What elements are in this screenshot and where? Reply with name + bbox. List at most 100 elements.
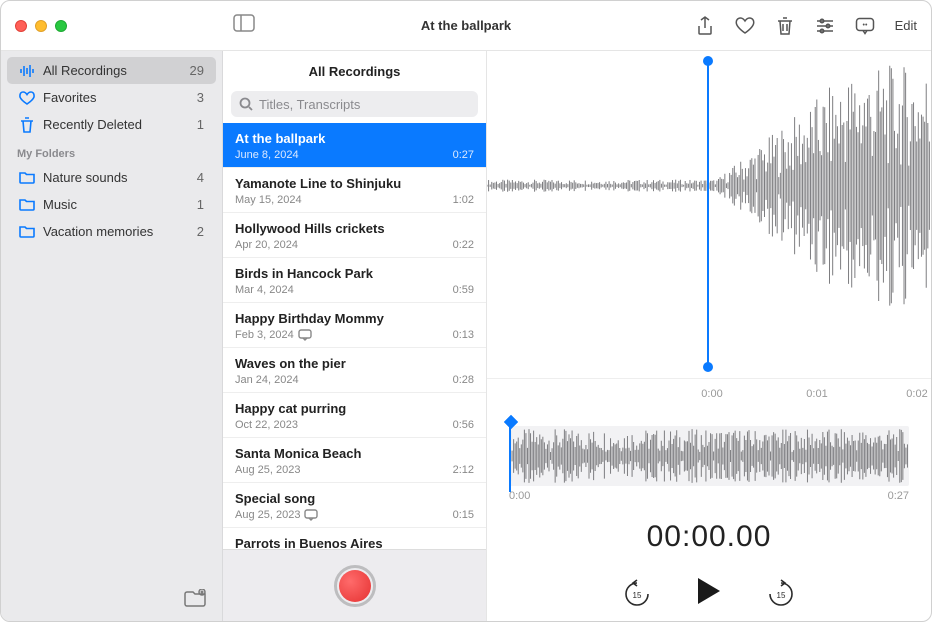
- recording-date: Mar 4, 2024: [235, 284, 294, 296]
- current-time: 00:00.00: [487, 520, 931, 554]
- recordings-list-title: All Recordings: [223, 51, 486, 91]
- new-folder-button[interactable]: [184, 589, 206, 612]
- recording-duration: 0:59: [453, 284, 474, 296]
- sidebar-item-count: 1: [197, 197, 204, 212]
- window-controls: [1, 20, 223, 32]
- sidebar-item-count: 29: [190, 63, 204, 78]
- recording-title: At the ballpark: [235, 131, 474, 146]
- waveform-editor[interactable]: 0:00 0:01 0:02: [487, 51, 931, 412]
- favorite-button[interactable]: [735, 16, 755, 36]
- waveform-icon: [17, 64, 37, 78]
- recording-item[interactable]: Special song Aug 25, 2023 0:15: [223, 483, 486, 528]
- folder-icon: [17, 198, 37, 211]
- skip-back-button[interactable]: 15: [622, 579, 652, 609]
- overview-time-end: 0:27: [888, 490, 909, 502]
- recording-date: Aug 25, 2023: [235, 464, 300, 476]
- recording-item[interactable]: Happy cat purring Oct 22, 2023 0:56: [223, 393, 486, 438]
- options-button[interactable]: [815, 16, 835, 36]
- recordings-pane: All Recordings Titles, Transcripts At th…: [223, 51, 487, 621]
- sidebar-item-label: Vacation memories: [43, 224, 153, 239]
- recording-duration: 2:12: [453, 464, 474, 476]
- minimize-window-button[interactable]: [35, 20, 47, 32]
- recording-item[interactable]: Happy Birthday Mommy Feb 3, 2024 0:13: [223, 303, 486, 348]
- play-button[interactable]: [696, 576, 722, 611]
- sidebar-item-label: All Recordings: [43, 63, 127, 78]
- waveform-overview[interactable]: [509, 426, 909, 486]
- recording-duration: 1:02: [453, 194, 474, 206]
- playback-controls: 15 15: [487, 576, 931, 611]
- recording-duration: 0:22: [453, 239, 474, 251]
- toggle-sidebar-button[interactable]: [223, 14, 255, 37]
- svg-text:15: 15: [777, 591, 786, 600]
- my-folders-header: My Folders: [1, 138, 222, 164]
- svg-text:••: ••: [862, 22, 867, 29]
- heart-icon: [17, 91, 37, 105]
- recording-title: Birds in Hancock Park: [235, 266, 474, 281]
- folder-icon: [17, 171, 37, 184]
- recording-item[interactable]: Parrots in Buenos Aires: [223, 528, 486, 549]
- recording-date: May 15, 2024: [235, 194, 302, 206]
- recording-title: Hollywood Hills crickets: [235, 221, 474, 236]
- share-button[interactable]: [695, 16, 715, 36]
- recording-date: Aug 25, 2023: [235, 509, 300, 521]
- sidebar-item-recently-deleted[interactable]: Recently Deleted 1: [7, 111, 216, 138]
- sidebar-item-all-recordings[interactable]: All Recordings 29: [7, 57, 216, 84]
- sidebar-item-count: 4: [197, 170, 204, 185]
- recording-title: Waves on the pier: [235, 356, 474, 371]
- recording-title: Happy cat purring: [235, 401, 474, 416]
- recording-duration: 0:13: [453, 329, 474, 341]
- svg-text:15: 15: [633, 591, 642, 600]
- titlebar: At the ballpark •• Edit: [1, 1, 931, 51]
- sidebar-item-label: Nature sounds: [43, 170, 128, 185]
- sidebar-folder-music[interactable]: Music 1: [7, 191, 216, 218]
- playhead[interactable]: [509, 420, 511, 492]
- fullscreen-window-button[interactable]: [55, 20, 67, 32]
- recording-duration: 0:28: [453, 374, 474, 386]
- recording-duration: 0:56: [453, 419, 474, 431]
- skip-forward-button[interactable]: 15: [766, 579, 796, 609]
- recording-date: Apr 20, 2024: [235, 239, 298, 251]
- recording-title[interactable]: At the ballpark: [421, 18, 511, 33]
- recording-title: Parrots in Buenos Aires: [235, 536, 474, 549]
- delete-button[interactable]: [775, 16, 795, 36]
- trash-icon: [17, 117, 37, 133]
- recording-title: Special song: [235, 491, 474, 506]
- close-window-button[interactable]: [15, 20, 27, 32]
- recording-item[interactable]: Birds in Hancock Park Mar 4, 2024 0:59: [223, 258, 486, 303]
- trim-handle-start[interactable]: [707, 61, 709, 367]
- folder-icon: [17, 225, 37, 238]
- recording-item[interactable]: At the ballpark June 8, 2024 0:27: [223, 123, 486, 168]
- transcript-badge-icon: [304, 509, 318, 521]
- recording-date: June 8, 2024: [235, 149, 299, 161]
- sidebar-item-label: Recently Deleted: [43, 117, 142, 132]
- transcript-badge-icon: [298, 329, 312, 341]
- sidebar-item-favorites[interactable]: Favorites 3: [7, 84, 216, 111]
- recording-title: Yamanote Line to Shinjuku: [235, 176, 474, 191]
- edit-button[interactable]: Edit: [895, 18, 917, 33]
- recording-duration: 0:15: [453, 509, 474, 521]
- recording-date: Oct 22, 2023: [235, 419, 298, 431]
- sidebar-item-count: 3: [197, 90, 204, 105]
- recording-title: Santa Monica Beach: [235, 446, 474, 461]
- sidebar-item-label: Music: [43, 197, 77, 212]
- app-window: At the ballpark •• Edit All Recordings 2…: [0, 0, 932, 622]
- search-icon: [239, 97, 253, 111]
- sidebar-item-label: Favorites: [43, 90, 96, 105]
- recording-item[interactable]: Santa Monica Beach Aug 25, 2023 2:12: [223, 438, 486, 483]
- recording-title: Happy Birthday Mommy: [235, 311, 474, 326]
- detail-pane: 0:00 0:01 0:02 0:00 0:27 00:00.00 15: [487, 51, 931, 621]
- search-field[interactable]: Titles, Transcripts: [231, 91, 478, 117]
- record-icon: [339, 570, 371, 602]
- recording-item[interactable]: Hollywood Hills crickets Apr 20, 2024 0:…: [223, 213, 486, 258]
- sidebar-folder-nature-sounds[interactable]: Nature sounds 4: [7, 164, 216, 191]
- sidebar-item-count: 1: [197, 117, 204, 132]
- sidebar-item-count: 2: [197, 224, 204, 239]
- transcript-button[interactable]: ••: [855, 16, 875, 36]
- time-ruler: 0:00 0:01 0:02: [487, 378, 931, 412]
- recording-item[interactable]: Yamanote Line to Shinjuku May 15, 2024 1…: [223, 168, 486, 213]
- overview-time-start: 0:00: [509, 490, 530, 502]
- search-placeholder: Titles, Transcripts: [259, 97, 360, 112]
- record-button[interactable]: [334, 565, 376, 607]
- sidebar-folder-vacation-memories[interactable]: Vacation memories 2: [7, 218, 216, 245]
- recording-item[interactable]: Waves on the pier Jan 24, 2024 0:28: [223, 348, 486, 393]
